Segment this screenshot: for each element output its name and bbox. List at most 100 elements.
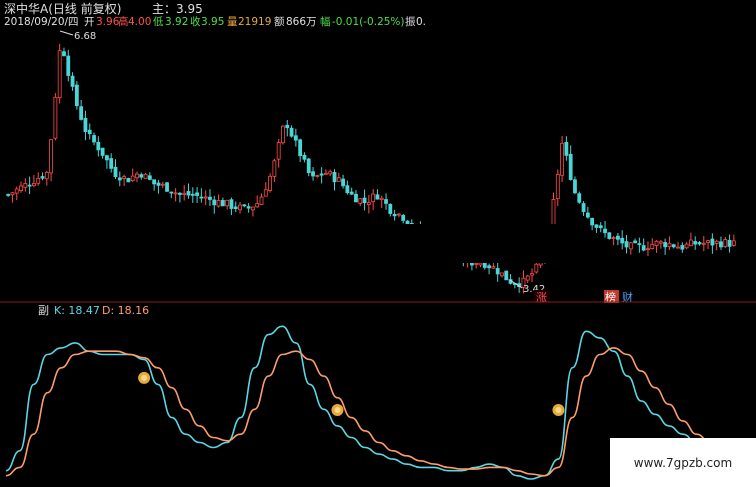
candle bbox=[49, 138, 53, 182]
candle bbox=[568, 145, 573, 181]
candle bbox=[581, 201, 586, 216]
candle bbox=[620, 230, 625, 250]
candle bbox=[92, 132, 96, 146]
candle bbox=[684, 242, 689, 250]
candle bbox=[199, 188, 204, 203]
candle bbox=[229, 197, 234, 216]
candle bbox=[508, 274, 513, 285]
candle bbox=[530, 268, 534, 283]
low-label: 低 bbox=[153, 15, 164, 28]
candle bbox=[109, 153, 114, 173]
candle bbox=[500, 272, 504, 278]
candle bbox=[689, 232, 693, 247]
candle bbox=[190, 187, 195, 203]
candle bbox=[96, 136, 101, 157]
low-value: 3.92 bbox=[165, 16, 188, 28]
candle bbox=[371, 188, 376, 210]
open-label: 开 bbox=[84, 16, 95, 28]
candle bbox=[534, 262, 539, 274]
candle bbox=[731, 234, 736, 247]
candle bbox=[495, 261, 500, 282]
change-value: -0.01(-0.25%) bbox=[332, 16, 405, 28]
candle bbox=[607, 232, 612, 240]
candle bbox=[135, 171, 139, 183]
date-label: 2018/09/20/四 bbox=[4, 16, 79, 28]
k-value-label: K: 18.47 bbox=[54, 304, 100, 317]
candle bbox=[324, 169, 328, 175]
candle bbox=[225, 199, 230, 210]
volume-value: 21919 bbox=[238, 16, 271, 28]
open-value: 3.96 bbox=[96, 16, 120, 28]
sub-panel-label: 副 bbox=[38, 304, 49, 317]
candle bbox=[719, 236, 723, 250]
candle bbox=[590, 217, 595, 231]
candle bbox=[117, 171, 122, 187]
candle bbox=[263, 182, 268, 197]
candle bbox=[130, 168, 135, 182]
candle bbox=[160, 181, 165, 189]
candle bbox=[293, 128, 298, 147]
candle bbox=[551, 192, 556, 228]
candle bbox=[27, 176, 32, 195]
candle bbox=[242, 204, 247, 208]
candle bbox=[173, 188, 178, 202]
d-value-label: D: 18.16 bbox=[102, 304, 149, 317]
candle bbox=[701, 236, 706, 252]
candle bbox=[379, 195, 384, 209]
candle bbox=[555, 169, 560, 206]
candle bbox=[598, 222, 603, 233]
candle bbox=[195, 187, 199, 203]
candle bbox=[525, 274, 530, 284]
candle bbox=[319, 167, 324, 184]
candle bbox=[156, 179, 161, 194]
candle bbox=[560, 136, 564, 183]
candle bbox=[44, 170, 49, 186]
candle bbox=[354, 190, 358, 203]
candle bbox=[186, 183, 191, 199]
candle bbox=[306, 157, 311, 177]
amplitude-label: 振 bbox=[405, 15, 416, 28]
candle bbox=[650, 238, 655, 250]
candle bbox=[62, 47, 66, 57]
candle bbox=[87, 123, 92, 140]
candle bbox=[251, 206, 255, 217]
candle bbox=[220, 197, 225, 207]
candle bbox=[362, 189, 367, 211]
kd-signal-dot bbox=[552, 404, 565, 416]
candle bbox=[658, 239, 663, 249]
candle bbox=[57, 43, 62, 104]
candle bbox=[298, 138, 303, 163]
candle bbox=[70, 72, 75, 91]
candle bbox=[577, 191, 582, 204]
candle bbox=[504, 270, 509, 281]
candle bbox=[328, 169, 333, 177]
candle bbox=[246, 203, 251, 213]
candle bbox=[238, 202, 242, 214]
candle bbox=[32, 174, 36, 188]
amount-label: 额 bbox=[274, 15, 285, 28]
candle bbox=[727, 234, 732, 253]
candle bbox=[208, 189, 212, 207]
candle bbox=[366, 195, 371, 214]
candle bbox=[268, 173, 272, 193]
candle bbox=[79, 99, 84, 121]
candle bbox=[147, 172, 152, 181]
candle bbox=[255, 195, 260, 208]
amplitude-value: 0. bbox=[416, 16, 426, 28]
high-value: 4.00 bbox=[128, 16, 151, 28]
watermark-box: www.7gpzb.com bbox=[610, 438, 756, 487]
candle bbox=[311, 167, 315, 181]
kd-signal-dot bbox=[138, 371, 151, 384]
candle bbox=[401, 214, 406, 224]
kd-signal-dot bbox=[331, 404, 344, 416]
watermark-text: www.7gpzb.com bbox=[634, 456, 732, 470]
candle bbox=[375, 189, 380, 200]
candle bbox=[100, 147, 105, 159]
candle bbox=[139, 172, 144, 180]
candle bbox=[723, 236, 728, 249]
candle bbox=[285, 119, 290, 137]
candle bbox=[182, 185, 187, 201]
candle bbox=[203, 190, 208, 206]
candle bbox=[573, 176, 577, 195]
candle bbox=[143, 172, 148, 179]
